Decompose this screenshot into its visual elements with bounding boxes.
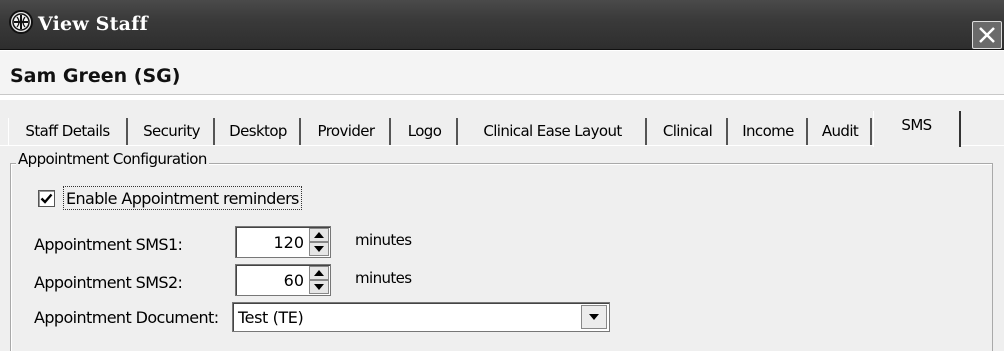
sms2-label: Appointment SMS2: <box>34 273 183 292</box>
tab-desktop[interactable]: Desktop <box>217 118 301 145</box>
tab-staff-details[interactable]: Staff Details <box>8 118 128 145</box>
document-select[interactable]: Test (TE) <box>232 302 610 332</box>
window-title: View Staff <box>38 13 148 35</box>
sms2-unit: minutes <box>355 269 412 287</box>
enable-reminders-checkbox[interactable] <box>38 190 55 207</box>
close-button[interactable] <box>972 21 1002 49</box>
arrow-down-icon <box>314 284 324 290</box>
chevron-down-icon <box>589 314 599 320</box>
tab-logo[interactable]: Logo <box>393 118 458 145</box>
tab-provider[interactable]: Provider <box>303 118 391 145</box>
appointment-configuration-title: Appointment Configuration <box>16 150 209 168</box>
tab-strip: Staff Details Security Desktop Provider … <box>0 100 1004 147</box>
staff-header: Sam Green (SG) <box>0 51 1004 95</box>
sms1-increment-button[interactable] <box>309 228 329 242</box>
sms2-value[interactable]: 60 <box>284 271 304 290</box>
document-label: Appointment Document: <box>34 308 219 327</box>
tab-security[interactable]: Security <box>130 118 215 145</box>
sms1-unit: minutes <box>355 231 412 249</box>
window-titlebar[interactable]: View Staff <box>0 0 1004 50</box>
tab-income[interactable]: Income <box>730 118 808 145</box>
staff-name-heading: Sam Green (SG) <box>10 65 181 87</box>
arrow-down-icon <box>314 246 324 252</box>
sms2-increment-button[interactable] <box>309 266 329 280</box>
close-icon <box>979 27 995 43</box>
sms-tab-panel: Appointment Configuration Enable Appoint… <box>0 145 1004 351</box>
tab-clinical[interactable]: Clinical <box>649 118 728 145</box>
sms1-value[interactable]: 120 <box>273 233 304 252</box>
sms2-decrement-button[interactable] <box>309 280 329 294</box>
document-dropdown-button[interactable] <box>581 305 607 329</box>
enable-reminders-label[interactable]: Enable Appointment reminders <box>63 186 302 210</box>
arrow-up-icon <box>314 232 324 238</box>
sms2-stepper[interactable]: 60 <box>235 264 331 296</box>
arrow-up-icon <box>314 270 324 276</box>
tab-audit[interactable]: Audit <box>810 118 872 145</box>
document-select-value: Test (TE) <box>238 308 304 327</box>
sms1-stepper[interactable]: 120 <box>235 226 331 258</box>
checkmark-icon <box>40 193 53 204</box>
app-globe-icon <box>9 10 33 34</box>
tab-clinical-ease-layout[interactable]: Clinical Ease Layout <box>460 118 647 145</box>
tab-sms[interactable]: SMS <box>873 111 961 147</box>
sms1-decrement-button[interactable] <box>309 242 329 256</box>
sms1-label: Appointment SMS1: <box>34 235 183 254</box>
